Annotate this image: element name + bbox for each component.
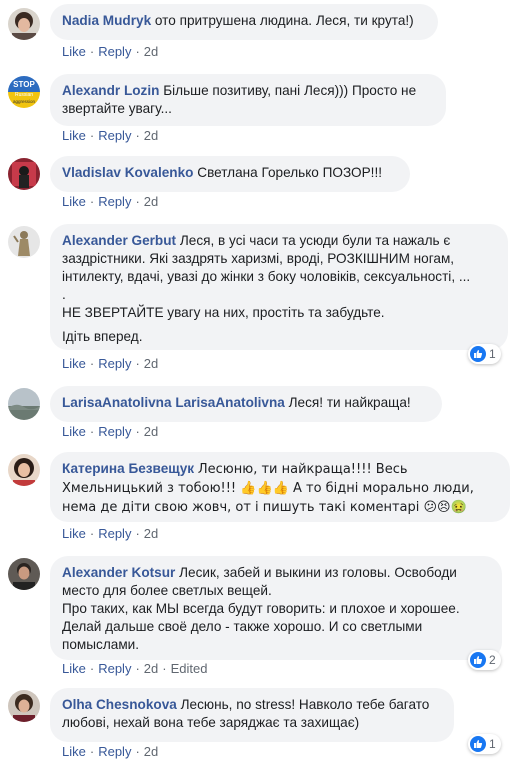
avatar-olha-icon [8, 690, 40, 722]
comment-author[interactable]: Alexander Kotsur [62, 565, 175, 580]
avatar-text: STOP [13, 80, 35, 89]
avatar[interactable] [8, 690, 40, 722]
comment-bubble: Olha Chesnokova Лесюнь, no stress! Навко… [50, 688, 454, 742]
timestamp[interactable]: 2d [144, 661, 158, 676]
comment-actions: Like · Reply · 2d [62, 356, 159, 371]
thumbs-up-icon [470, 652, 486, 668]
comment-actions: Like · Reply · 2d [62, 744, 159, 759]
reply-link[interactable]: Reply [98, 744, 131, 759]
avatar-text: aggression [13, 99, 36, 104]
reply-link[interactable]: Reply [98, 194, 131, 209]
timestamp[interactable]: 2d [144, 744, 158, 759]
avatar-kotsur-icon [8, 558, 40, 590]
reply-link[interactable]: Reply [98, 661, 131, 676]
comment-bubble: Катерина Безвещук Лесюню, ти найкраща!!!… [50, 452, 510, 522]
reaction-count[interactable]: 1 [468, 344, 501, 364]
comment-author[interactable]: LarisaAnatolivna LarisaAnatolivna [62, 395, 285, 410]
avatar[interactable] [8, 454, 40, 486]
comment-text: Ідіть вперед. [62, 329, 143, 344]
timestamp[interactable]: 2d [144, 194, 158, 209]
comment-bubble: Alexandr Lozin Більше позитиву, пані Лес… [50, 74, 446, 126]
avatar[interactable] [8, 8, 40, 40]
comment-text: НЕ ЗВЕРТАЙТЕ увагу на них, простіть та з… [62, 305, 385, 320]
like-link[interactable]: Like [62, 194, 86, 209]
avatar[interactable] [8, 226, 40, 258]
timestamp[interactable]: 2d [144, 128, 158, 143]
reply-link[interactable]: Reply [98, 424, 131, 439]
reply-link[interactable]: Reply [98, 44, 131, 59]
comment-text: ото притрушена людина. Леся, ти крута!) [154, 13, 414, 28]
reply-link[interactable]: Reply [98, 526, 131, 541]
avatar-landscape-icon [8, 388, 40, 420]
edited-label[interactable]: Edited [171, 661, 208, 676]
reaction-count[interactable]: 2 [468, 650, 501, 670]
comment-text: Про таких, как МЫ всегда будут говорить:… [62, 601, 460, 652]
thumbs-up-icon [470, 346, 486, 362]
comment-actions: Like · Reply · 2d [62, 194, 159, 209]
like-link[interactable]: Like [62, 424, 86, 439]
comment-text: . [62, 287, 66, 302]
reaction-count-label: 2 [489, 653, 496, 667]
comment-bubble: LarisaAnatolivna LarisaAnatolivna Леся! … [50, 386, 442, 422]
comment-actions: Like · Reply · 2d [62, 424, 159, 439]
like-link[interactable]: Like [62, 744, 86, 759]
avatar[interactable]: STOP Russian aggression [8, 76, 40, 108]
comment-author[interactable]: Катерина Безвещук [62, 461, 194, 476]
avatar-stop-aggression-icon: STOP Russian aggression [8, 76, 40, 108]
comment-author[interactable]: Nadia Mudryk [62, 13, 151, 28]
avatar-vladislav-icon [8, 158, 40, 190]
reply-link[interactable]: Reply [98, 356, 131, 371]
comment-bubble: Alexander Kotsur Лесик, забей и выкини и… [50, 556, 502, 660]
comment-text: Леся! ти найкраща! [288, 395, 411, 410]
comment-bubble: Nadia Mudryk ото притрушена людина. Леся… [50, 4, 438, 40]
reply-link[interactable]: Reply [98, 128, 131, 143]
avatar-kateryna-icon [8, 454, 40, 486]
reaction-count[interactable]: 1 [468, 734, 501, 754]
comment-author[interactable]: Vladislav Kovalenko [62, 165, 193, 180]
comment-bubble: Vladislav Kovalenko Светлана Горелько ПО… [50, 156, 410, 192]
like-link[interactable]: Like [62, 44, 86, 59]
like-link[interactable]: Like [62, 661, 86, 676]
thumbs-up-icon [470, 736, 486, 752]
timestamp[interactable]: 2d [144, 356, 158, 371]
comment-author[interactable]: Olha Chesnokova [62, 697, 177, 712]
comment-actions: Like · Reply · 2d [62, 44, 159, 59]
like-link[interactable]: Like [62, 356, 86, 371]
timestamp[interactable]: 2d [144, 526, 158, 541]
comment-author[interactable]: Alexander Gerbut [62, 233, 176, 248]
comment-actions: Like · Reply · 2d · Edited [62, 661, 208, 676]
avatar-nadia-icon [8, 8, 40, 40]
comment-text: Светлана Горелько ПОЗОР!!! [197, 165, 383, 180]
like-link[interactable]: Like [62, 128, 86, 143]
avatar[interactable] [8, 388, 40, 420]
avatar-statue-icon [8, 226, 40, 258]
avatar-text: Russian [15, 92, 33, 98]
like-link[interactable]: Like [62, 526, 86, 541]
reaction-count-label: 1 [489, 737, 496, 751]
comment-actions: Like · Reply · 2d [62, 526, 159, 541]
comment-actions: Like · Reply · 2d [62, 128, 159, 143]
timestamp[interactable]: 2d [144, 424, 158, 439]
avatar[interactable] [8, 158, 40, 190]
timestamp[interactable]: 2d [144, 44, 158, 59]
avatar[interactable] [8, 558, 40, 590]
reaction-count-label: 1 [489, 347, 496, 361]
comment-bubble: Alexander Gerbut Леся, в усі часи та усю… [50, 224, 508, 350]
comment-author[interactable]: Alexandr Lozin [62, 83, 159, 98]
